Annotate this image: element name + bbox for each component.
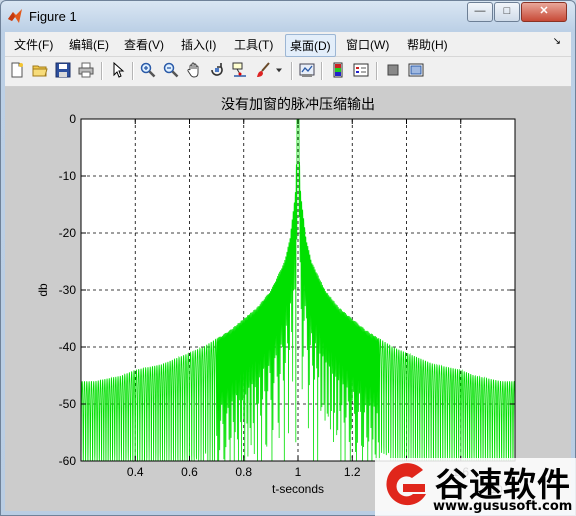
rotate-3d-button[interactable] — [207, 60, 227, 80]
y-axis-label: db — [36, 283, 50, 297]
figure-toolbar — [5, 57, 571, 87]
new-figure-button[interactable] — [7, 60, 27, 80]
hide-plot-tools-icon — [387, 64, 399, 76]
y-tick-label: -10 — [59, 169, 77, 183]
watermark-url: www.gususoft.com — [433, 499, 573, 514]
rotate-3d-icon — [211, 63, 223, 76]
matlab-logo-icon — [8, 9, 22, 23]
y-tick-label: -60 — [59, 454, 77, 468]
window-title: Figure 1 — [29, 9, 77, 24]
print-icon — [78, 62, 94, 78]
x-tick-label: 0.4 — [127, 465, 144, 479]
brush-dropdown-button[interactable] — [273, 60, 285, 80]
zoom-in-icon — [140, 62, 156, 78]
data-cursor-icon — [232, 62, 246, 77]
brush-icon — [257, 62, 270, 77]
x-tick-label: 0.6 — [181, 465, 198, 479]
menu-edit[interactable]: 编辑(E) — [69, 36, 109, 53]
zoom-out-icon — [163, 62, 179, 78]
x-tick-label: 0.8 — [235, 465, 252, 479]
y-tick-label: -50 — [59, 397, 77, 411]
menu-window[interactable]: 窗口(W) — [346, 36, 389, 53]
menu-insert[interactable]: 插入(I) — [181, 36, 216, 53]
brush-button[interactable] — [253, 60, 273, 80]
y-tick-label: -30 — [59, 283, 77, 297]
toolbar-separator — [376, 62, 378, 80]
menu-help[interactable]: 帮助(H) — [407, 36, 448, 53]
insert-colorbar-button[interactable] — [328, 60, 348, 80]
open-file-icon — [32, 65, 48, 77]
plot-figure[interactable]: 0.40.60.811.21.41.60-10-20-30-40-50-60没有… — [5, 87, 571, 511]
gususoft-logo-icon — [386, 463, 426, 506]
y-tick-label: -20 — [59, 226, 77, 240]
edit-plot-button[interactable] — [108, 60, 128, 80]
link-plot-button[interactable] — [297, 60, 317, 80]
menu-bar: 文件(F) 编辑(E) 查看(V) 插入(I) 工具(T) 桌面(D) 窗口(W… — [5, 32, 571, 57]
pan-button[interactable] — [184, 60, 204, 80]
maximize-icon: □ — [503, 5, 511, 17]
maximize-button[interactable]: □ — [494, 2, 520, 22]
y-tick-label: -40 — [59, 340, 77, 354]
close-button[interactable]: ✕ — [521, 2, 567, 22]
pan-hand-icon — [187, 62, 199, 78]
print-button[interactable] — [76, 60, 96, 80]
hide-plot-tools-button[interactable] — [383, 60, 403, 80]
save-icon — [55, 62, 71, 78]
data-cursor-button[interactable] — [230, 60, 250, 80]
menu-tools[interactable]: 工具(T) — [234, 36, 273, 53]
save-button[interactable] — [53, 60, 73, 80]
x-tick-label: 1.2 — [344, 465, 361, 479]
new-figure-icon — [11, 62, 23, 78]
zoom-in-button[interactable] — [138, 60, 158, 80]
figure-canvas[interactable]: 0.40.60.811.21.41.60-10-20-30-40-50-60没有… — [5, 87, 571, 511]
minimize-button[interactable]: — — [467, 2, 493, 22]
insert-legend-icon — [353, 63, 369, 77]
toolbar-separator — [291, 62, 293, 80]
menu-view[interactable]: 查看(V) — [124, 36, 164, 53]
toolbar-separator — [321, 62, 323, 80]
insert-legend-button[interactable] — [351, 60, 371, 80]
show-plot-tools-button[interactable] — [406, 60, 426, 80]
menu-desktop[interactable]: 桌面(D) — [285, 34, 336, 57]
insert-colorbar-icon — [333, 62, 343, 78]
toolbar-separator — [132, 62, 134, 80]
watermark: 谷速软件 www.gususoft.com — [375, 458, 576, 516]
brush-dropdown-icon — [276, 68, 282, 73]
figure-window: Figure 1 — □ ✕ 文件(F) 编辑(E) 查看(V) 插入(I) 工… — [0, 0, 576, 516]
chart-title: 没有加窗的脉冲压缩输出 — [221, 96, 375, 113]
zoom-out-button[interactable] — [161, 60, 181, 80]
close-icon: ✕ — [539, 5, 549, 17]
minimize-icon: — — [474, 5, 486, 17]
x-axis-label: t-seconds — [272, 482, 324, 496]
y-tick-label: 0 — [69, 112, 76, 126]
toolbar-separator — [101, 62, 103, 80]
title-bar[interactable]: Figure 1 — □ ✕ — [1, 1, 575, 31]
x-tick-label: 1 — [295, 465, 302, 479]
dock-figure-icon[interactable]: ↘ — [553, 36, 561, 47]
open-file-button[interactable] — [30, 60, 50, 80]
link-plot-icon — [299, 63, 315, 77]
show-plot-tools-icon — [408, 63, 424, 77]
menu-file[interactable]: 文件(F) — [14, 36, 53, 53]
edit-plot-arrow-icon — [113, 62, 125, 78]
